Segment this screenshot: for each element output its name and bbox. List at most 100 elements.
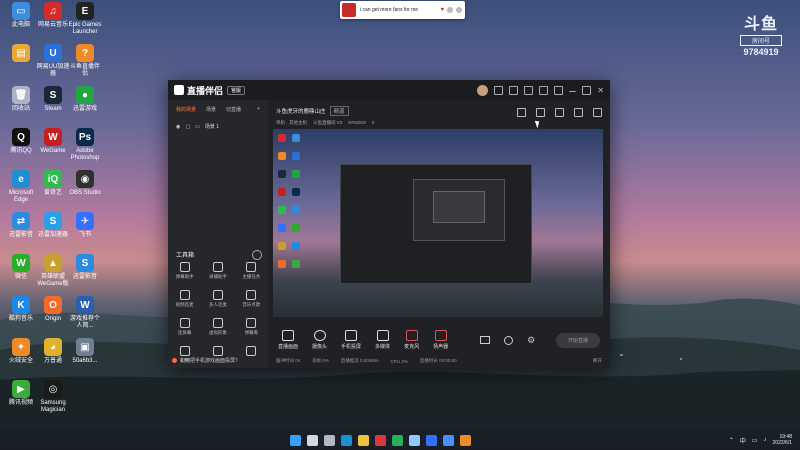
desktop-icon[interactable]: ◎ Samsung Magician: [36, 380, 70, 414]
desktop-icon[interactable]: ♫ 网易云音乐: [36, 2, 70, 29]
desktop-icon[interactable]: W WeGame: [36, 128, 70, 155]
tab-switch[interactable]: 切直播: [226, 106, 241, 113]
desktop-icon-label: 飞书: [78, 232, 91, 238]
desktop-icon[interactable]: ◕ 万普通: [36, 338, 70, 365]
edge-icon[interactable]: [341, 434, 352, 446]
source-phone-button[interactable]: 手机投屏: [341, 330, 361, 350]
heart-icon[interactable]: ♥: [440, 7, 444, 13]
toolbox-item[interactable]: 连屏幕: [168, 318, 201, 336]
gear-icon[interactable]: ⚙: [527, 335, 535, 346]
toolbox-item[interactable]: 视频连麦: [168, 290, 201, 308]
tab-scenes[interactable]: 场景: [206, 106, 216, 113]
desktop-icon[interactable]: ◉ OBS Studio: [68, 170, 102, 197]
chevron-up-icon[interactable]: ⌃: [729, 437, 734, 444]
app-N-icon[interactable]: [409, 434, 420, 446]
toolbox-more-icon[interactable]: [252, 250, 262, 260]
network-icon[interactable]: ▭: [752, 437, 758, 444]
close-icon[interactable]: [456, 7, 462, 13]
toolbox-header: 工具箱: [176, 250, 262, 260]
desktop-icon[interactable]: e Microsoft Edge: [4, 170, 38, 204]
app-orange-icon[interactable]: [460, 434, 471, 446]
scene-name: 场景 1: [204, 124, 220, 130]
clock[interactable]: 19:48 2022/6/1: [773, 434, 792, 446]
version-badge[interactable]: 官版: [227, 85, 246, 95]
source-media-button[interactable]: 多媒体: [375, 330, 390, 350]
windows-icon[interactable]: [290, 434, 301, 446]
message-icon[interactable]: [494, 85, 504, 95]
stream-preview[interactable]: [273, 129, 603, 317]
source-camera-button[interactable]: 摄像头: [312, 330, 327, 350]
maximize-icon[interactable]: [582, 85, 592, 95]
toolbox-item[interactable]: 音乐点歌: [235, 290, 268, 308]
app-feishu-icon[interactable]: [443, 434, 454, 446]
desktop-icon[interactable]: ● 迅雷游戏: [68, 86, 102, 113]
record-icon[interactable]: [555, 108, 564, 117]
mic-button[interactable]: 麦克风: [404, 330, 419, 350]
desktop-icon[interactable]: S 迅雷影音: [68, 254, 102, 281]
desktop-icon[interactable]: ▶ 腾讯视频: [4, 380, 38, 407]
go-live-button[interactable]: 开始直播: [555, 332, 600, 348]
screen-icon[interactable]: [524, 85, 534, 95]
app-icon: ◉: [76, 170, 94, 188]
share-icon[interactable]: [593, 108, 602, 117]
desktop-icon[interactable]: ✦ 火绒安全: [4, 338, 38, 365]
explorer-icon[interactable]: [358, 434, 369, 446]
desktop-icon[interactable]: ▭ 此电脑: [4, 2, 38, 29]
toolbox-item[interactable]: 弹幕助手: [168, 262, 201, 280]
room-category[interactable]: 单机 · 其他主机: [276, 120, 307, 126]
tab-my-scenes[interactable]: 我的场景: [176, 106, 196, 113]
room-title[interactable]: 斗鱼虎牙的鹿鼎山庄: [276, 107, 326, 115]
scene-item[interactable]: ◉ ▢ ▭ 场景 1: [168, 119, 268, 134]
close-window-icon[interactable]: ✕: [597, 86, 604, 95]
toolbox-item[interactable]: 主播任务: [235, 262, 268, 280]
app-red-icon[interactable]: [375, 434, 386, 446]
settings-icon[interactable]: [447, 7, 453, 13]
search-icon[interactable]: [307, 434, 318, 446]
room-tag[interactable]: 频道: [329, 106, 349, 116]
lock-scene-icon[interactable]: [536, 108, 545, 117]
desktop-icon[interactable]: ? 斗鱼直播伴侣: [68, 44, 102, 78]
desktop-icon[interactable]: ⇄ 迅雷影音: [4, 212, 38, 239]
desktop-icon[interactable]: 🗑 回收站: [4, 86, 38, 113]
desktop-icon[interactable]: Q 腾讯QQ: [4, 128, 38, 155]
desktop-icon[interactable]: ▲ 英雄联盟 WeGame版: [36, 254, 70, 288]
desktop-icon[interactable]: K 酷狗音乐: [4, 296, 38, 323]
record-toggle-icon[interactable]: [480, 336, 491, 344]
toolbox-item[interactable]: 虚拟形象: [201, 318, 234, 336]
volume-icon[interactable]: ♪: [764, 437, 767, 443]
toolbox-item[interactable]: 录播助手: [201, 262, 234, 280]
source-screen-button[interactable]: 直播画面: [278, 330, 298, 350]
minimize-icon[interactable]: [569, 88, 577, 92]
scene-icon[interactable]: [517, 108, 526, 117]
timer-icon[interactable]: [504, 335, 514, 345]
desktop-icon[interactable]: ▣ 50a6b3...: [68, 338, 102, 365]
desktop-icon[interactable]: ✈ 飞书: [68, 212, 102, 239]
lock-icon[interactable]: ▢: [185, 124, 190, 130]
app-green-icon[interactable]: [392, 434, 403, 446]
desktop-icon[interactable]: O Origin: [36, 296, 70, 323]
toolbox-item[interactable]: 多人连麦: [201, 290, 234, 308]
desktop-icon[interactable]: W 游戏推荐个人简...: [68, 296, 102, 330]
help-hint[interactable]: 如何把手机游戏画面投屏？: [172, 357, 240, 364]
desktop-icon[interactable]: E Epic Games Launcher: [68, 2, 102, 36]
desktop-icon[interactable]: W 微信: [4, 254, 38, 281]
taskview-icon[interactable]: [324, 434, 335, 446]
menu-icon[interactable]: [554, 85, 564, 95]
user-avatar[interactable]: [477, 84, 489, 96]
desktop-icon[interactable]: Ps Adobe Photoshop: [68, 128, 102, 162]
speaker-button[interactable]: 扬声器: [433, 330, 448, 350]
desktop-icon[interactable]: ▤: [4, 44, 38, 64]
gift-icon[interactable]: [509, 85, 519, 95]
bell-icon[interactable]: [574, 108, 583, 117]
toolbox-item[interactable]: 弹幕库: [235, 318, 268, 336]
app-blue-icon[interactable]: [426, 434, 437, 446]
desktop-icon[interactable]: iQ 爱奇艺: [36, 170, 70, 197]
theme-icon[interactable]: [539, 85, 549, 95]
ime-indicator[interactable]: 中: [740, 436, 746, 445]
add-tab-icon[interactable]: +: [257, 106, 260, 113]
eye-icon[interactable]: ◉: [176, 124, 180, 130]
desktop-icon[interactable]: S 迅雷加速器: [36, 212, 70, 239]
desktop-icon[interactable]: S Steam: [36, 86, 70, 113]
stream-notification[interactable]: i can get more fans for me ♥: [340, 1, 465, 19]
desktop-icon[interactable]: U 网易UU加速器: [36, 44, 70, 78]
